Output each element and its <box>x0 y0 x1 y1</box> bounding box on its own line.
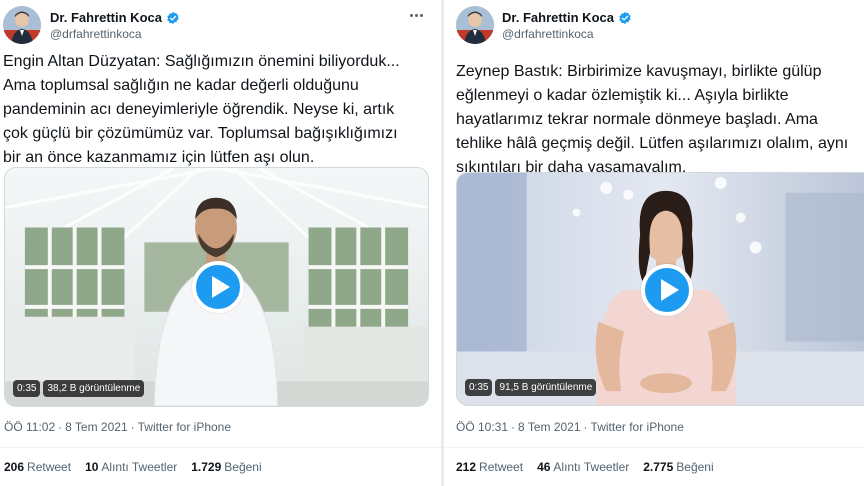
tweet-time[interactable]: ÖÖ 10:31 <box>456 420 508 434</box>
tweet-card[interactable]: Dr. Fahrettin Koca @drfahrettinkoca Zeyn… <box>444 0 864 486</box>
tweet-meta: ÖÖ 11:02 · 8 Tem 2021 · Twitter for iPhone <box>4 420 232 434</box>
avatar[interactable] <box>3 6 41 44</box>
play-icon <box>660 279 679 301</box>
avatar[interactable] <box>456 6 494 44</box>
stats-divider <box>0 447 441 448</box>
like-count[interactable]: 1.729 Beğeni <box>191 460 261 474</box>
video-views: 38,2 B görüntülenme <box>43 380 145 397</box>
verified-badge-icon <box>167 11 179 24</box>
video-info-badge: 0:35 38,2 B görüntülenme <box>13 380 145 397</box>
play-button[interactable] <box>641 264 693 316</box>
tweet-stats: 206 Retweet 10 Alıntı Tweetler 1.729 Beğeni <box>4 460 276 474</box>
tweet-date[interactable]: 8 Tem 2021 <box>65 420 128 434</box>
tweet-source[interactable]: Twitter for iPhone <box>138 420 231 434</box>
verified-badge-icon <box>619 11 631 24</box>
quote-count[interactable]: 46 Alıntı Tweetler <box>537 460 629 474</box>
video-views: 91,5 B görüntülenme <box>495 379 597 396</box>
video-duration: 0:35 <box>13 380 41 397</box>
tweet-header: Dr. Fahrettin Koca @drfahrettinkoca <box>444 6 864 46</box>
author-name-row[interactable]: Dr. Fahrettin Koca <box>502 10 632 25</box>
play-icon <box>211 276 230 298</box>
tweet-stats: 212 Retweet 46 Alıntı Tweetler 2.775 Beğeni <box>456 460 728 474</box>
tweet-text: Engin Altan Düzyatan: Sağlığımızın önemi… <box>3 53 400 166</box>
play-button[interactable] <box>192 261 244 313</box>
tweet-card[interactable]: Dr. Fahrettin Koca @drfahrettinkoca Engi… <box>0 0 441 486</box>
tweet-time[interactable]: ÖÖ 11:02 <box>4 420 55 434</box>
stats-divider <box>444 447 864 448</box>
video-player[interactable]: 0:35 91,5 B görüntülenme <box>456 172 864 406</box>
retweet-count[interactable]: 212 Retweet <box>456 460 523 474</box>
video-duration: 0:35 <box>465 379 493 396</box>
more-options-icon[interactable] <box>405 8 427 22</box>
tweet-date[interactable]: 8 Tem 2021 <box>518 420 581 434</box>
retweet-count[interactable]: 206 Retweet <box>4 460 71 474</box>
video-player[interactable]: 0:35 38,2 B görüntülenme <box>4 167 429 407</box>
tweet-text: Zeynep Bastık: Birbirimize kavuşmayı, bi… <box>456 63 849 176</box>
author-handle[interactable]: @drfahrettinkoca <box>50 27 142 41</box>
video-info-badge: 0:35 91,5 B görüntülenme <box>465 379 597 396</box>
tweet-meta: ÖÖ 10:31 · 8 Tem 2021 · Twitter for iPhone <box>456 420 684 434</box>
author-name-row[interactable]: Dr. Fahrettin Koca <box>50 10 180 25</box>
author-handle[interactable]: @drfahrettinkoca <box>502 27 594 41</box>
quote-count[interactable]: 10 Alıntı Tweetler <box>85 460 177 474</box>
tweet-header: Dr. Fahrettin Koca @drfahrettinkoca <box>0 6 441 46</box>
author-display-name[interactable]: Dr. Fahrettin Koca <box>50 10 162 25</box>
like-count[interactable]: 2.775 Beğeni <box>643 460 713 474</box>
tweet-source[interactable]: Twitter for iPhone <box>591 420 684 434</box>
author-display-name[interactable]: Dr. Fahrettin Koca <box>502 10 614 25</box>
